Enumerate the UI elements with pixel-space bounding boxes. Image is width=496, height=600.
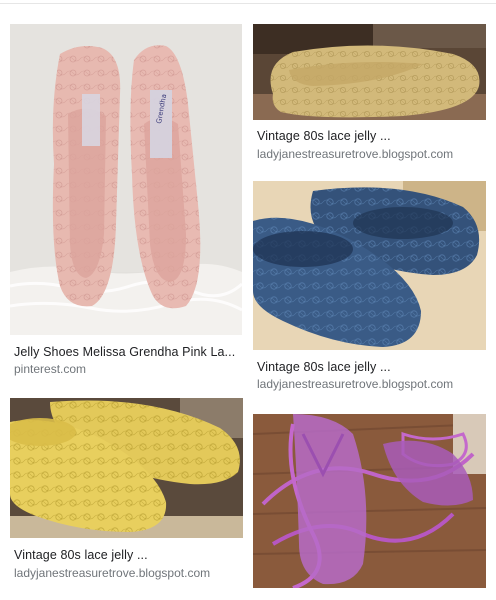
result-source[interactable]: ladyjanestreasuretrove.blogspot.com bbox=[257, 147, 487, 161]
purple-sandals-image bbox=[253, 414, 486, 588]
result-source[interactable]: ladyjanestreasuretrove.blogspot.com bbox=[14, 566, 243, 580]
beige-shoe-image bbox=[253, 24, 486, 120]
result-thumbnail[interactable]: Grendha bbox=[10, 24, 242, 335]
pink-shoes-image: Grendha bbox=[10, 24, 242, 335]
result-source[interactable]: pinterest.com bbox=[14, 362, 242, 376]
yellow-shoes-image bbox=[10, 398, 243, 538]
top-divider bbox=[0, 3, 496, 4]
result-thumbnail[interactable] bbox=[10, 398, 243, 538]
result-thumbnail[interactable] bbox=[253, 181, 486, 350]
result-title[interactable]: Jelly Shoes Melissa Grendha Pink La... bbox=[14, 345, 242, 359]
result-title[interactable]: Vintage 80s lace jelly ... bbox=[257, 129, 487, 143]
blue-shoes-image bbox=[253, 181, 486, 350]
result-title[interactable]: Vintage 80s lace jelly ... bbox=[14, 548, 243, 562]
result-title[interactable]: Vintage 80s lace jelly ... bbox=[257, 360, 487, 374]
result-thumbnail[interactable] bbox=[253, 414, 486, 588]
result-source[interactable]: ladyjanestreasuretrove.blogspot.com bbox=[257, 377, 487, 391]
result-thumbnail[interactable] bbox=[253, 24, 486, 120]
